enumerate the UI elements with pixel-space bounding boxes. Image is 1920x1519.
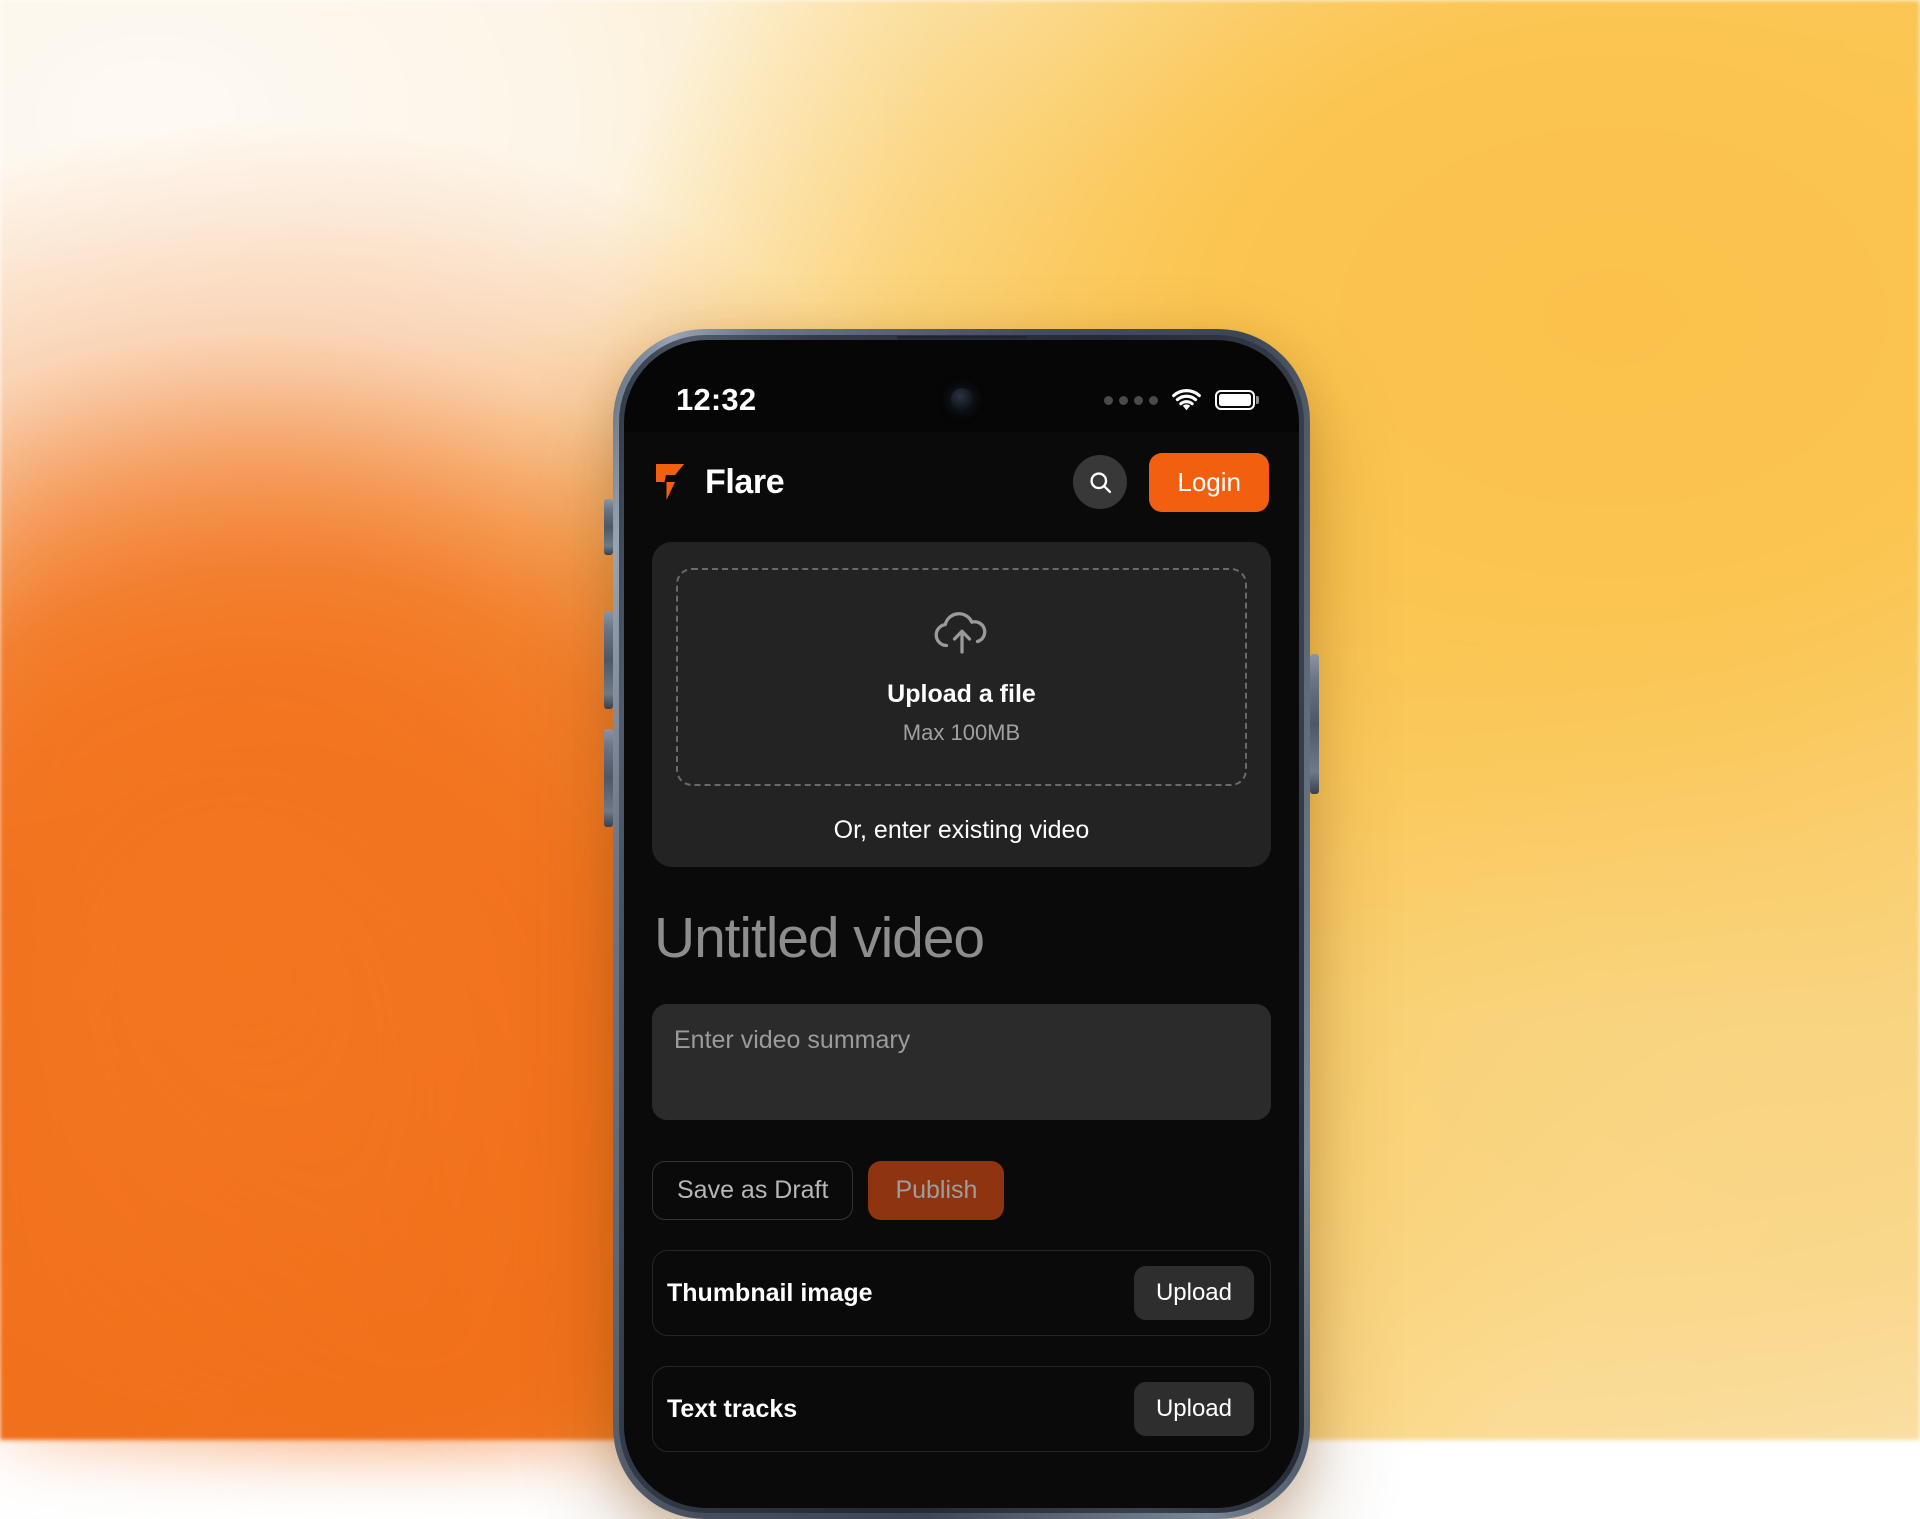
status-indicators [1104, 389, 1255, 412]
thumbnail-image-row: Thumbnail image Upload [652, 1250, 1271, 1336]
search-button[interactable] [1073, 455, 1127, 509]
dropzone-subtitle: Max 100MB [903, 720, 1020, 746]
text-tracks-label: Text tracks [667, 1395, 797, 1424]
login-button[interactable]: Login [1149, 453, 1269, 512]
file-dropzone[interactable]: Upload a file Max 100MB [676, 568, 1247, 786]
brand-name: Flare [705, 463, 784, 502]
enter-existing-video-link[interactable]: Or, enter existing video [676, 816, 1247, 845]
action-buttons: Save as Draft Publish [652, 1161, 1271, 1220]
phone-bezel: 12:32 [619, 335, 1304, 1513]
status-bar: 12:32 [624, 340, 1299, 432]
volume-down-button[interactable] [604, 729, 613, 827]
brand[interactable]: Flare [652, 462, 784, 502]
power-button[interactable] [1310, 654, 1319, 794]
video-title-input[interactable]: Untitled video [654, 905, 1271, 971]
battery-full-icon [1215, 390, 1255, 410]
save-as-draft-button[interactable]: Save as Draft [652, 1161, 853, 1220]
thumbnail-image-label: Thumbnail image [667, 1279, 873, 1308]
video-summary-input[interactable] [652, 1004, 1271, 1120]
publish-button[interactable]: Publish [868, 1161, 1004, 1220]
wifi-icon [1171, 389, 1202, 412]
app-header: Flare Login [624, 432, 1299, 532]
phone-device: 12:32 [613, 329, 1310, 1519]
flare-logo-icon [652, 462, 688, 502]
signal-dots-icon [1104, 396, 1158, 405]
dropzone-title: Upload a file [887, 680, 1036, 709]
cloud-upload-icon [930, 608, 994, 658]
upload-card: Upload a file Max 100MB Or, enter existi… [652, 542, 1271, 867]
front-camera-lens-icon [950, 388, 973, 411]
text-tracks-row: Text tracks Upload [652, 1366, 1271, 1452]
text-tracks-upload-button[interactable]: Upload [1134, 1382, 1254, 1436]
action-button[interactable] [604, 499, 613, 555]
volume-up-button[interactable] [604, 611, 613, 709]
search-icon [1087, 469, 1114, 496]
thumbnail-upload-button[interactable]: Upload [1134, 1266, 1254, 1320]
status-time: 12:32 [676, 382, 756, 418]
page-content: Upload a file Max 100MB Or, enter existi… [624, 532, 1299, 1508]
phone-screen: 12:32 [624, 340, 1299, 1508]
